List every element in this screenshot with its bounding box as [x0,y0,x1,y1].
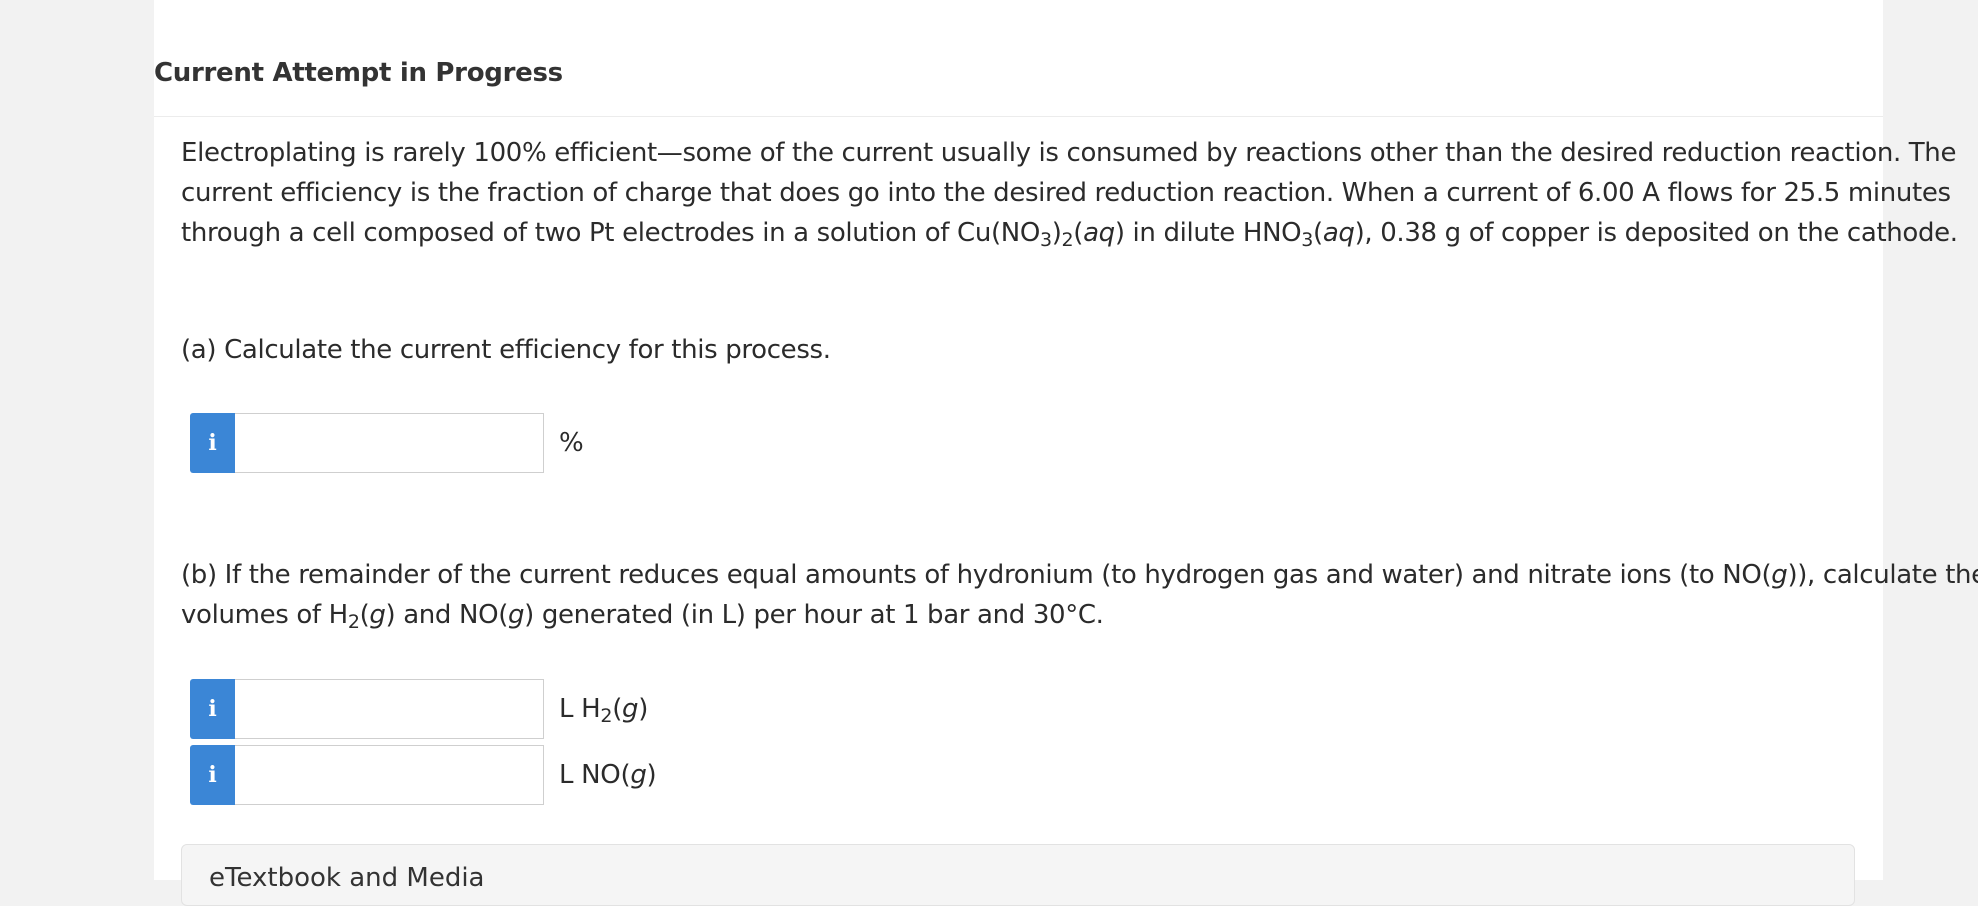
current-efficiency-input[interactable] [235,413,544,473]
unit-text: ) [646,760,657,790]
h2-volume-input[interactable] [235,679,544,739]
state-label: aq [1083,218,1115,248]
answer-row-no: i L NO(g) [190,744,657,806]
info-icon-button[interactable]: i [190,745,235,805]
state-label: g [508,600,525,630]
state-label: g [369,600,386,630]
intro-text: ) in dilute HNO [1114,218,1302,248]
subscript: 2 [1061,229,1074,251]
attempt-title: Current Attempt in Progress [154,58,563,88]
intro-text: ) [1051,218,1062,248]
subscript: 2 [600,705,613,727]
unit-label-percent: % [559,428,584,458]
unit-text: ) [638,694,649,724]
unit-text: ( [612,694,623,724]
etextbook-media-panel[interactable]: eTextbook and Media [181,844,1855,906]
state-label: aq [1322,218,1355,248]
state-label: g [622,694,639,724]
part-b-text: (b) If the remainder of the current redu… [181,560,1772,590]
part-b-question: (b) If the remainder of the current redu… [181,555,1978,635]
part-b-text: ) generated (in L) per hour at 1 bar and… [524,600,1104,630]
part-b-text: ) and NO( [385,600,509,630]
part-b-text: ( [359,600,370,630]
state-label: g [630,760,647,790]
question-panel: Current Attempt in Progress Electroplati… [154,0,1978,906]
answer-row-h2: i L H2(g) [190,678,648,740]
divider [154,116,1883,117]
info-icon-button[interactable]: i [190,413,235,473]
state-label: g [1771,560,1788,590]
subscript: 3 [1301,229,1314,251]
no-volume-input[interactable] [235,745,544,805]
subscript: 2 [347,611,360,633]
part-a-question: (a) Calculate the current efficiency for… [181,335,831,365]
etextbook-media-label: eTextbook and Media [209,863,485,893]
subscript: 3 [1039,229,1052,251]
intro-text: ), 0.38 g of copper is deposited on the … [1354,218,1958,248]
intro-text: ( [1313,218,1323,248]
unit-label-no: L NO(g) [559,760,657,790]
answer-row-a: i % [190,412,584,474]
unit-label-h2: L H2(g) [559,694,649,727]
unit-text: L NO( [559,760,631,790]
intro-text: ( [1073,218,1084,248]
unit-text: L H [559,694,601,724]
question-intro: Electroplating is rarely 100% efficient—… [181,133,1978,253]
info-icon-button[interactable]: i [190,679,235,739]
